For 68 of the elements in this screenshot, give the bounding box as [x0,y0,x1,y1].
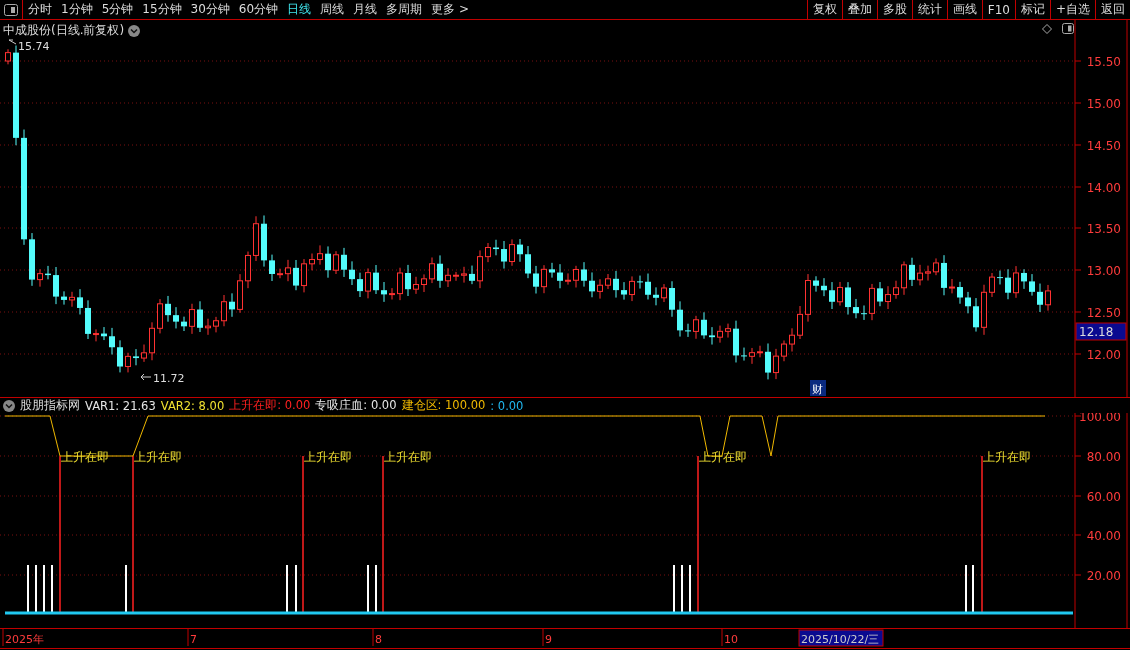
price-axis-label: 12.50 [1086,306,1121,320]
period-tab[interactable]: 周线 [320,1,345,18]
indicator-axis-label: 80.00 [1086,450,1121,464]
chart-title: 中成股份(日线.前复权) [3,22,125,39]
low-price-label: 11.72 [153,372,185,385]
high-price-label: 15.74 [18,40,50,53]
cursor-date-marker: 2025/10/22/三 [798,629,884,647]
period-tab[interactable]: 月线 [353,1,378,18]
legend-value: 建仓区: 100.00 [401,398,486,413]
indicator-axis-label: 40.00 [1086,529,1121,543]
legend-value: 上升在即: 0.00 [229,398,311,413]
indicator-name: 股朋指标网 [20,398,80,413]
diamond-icon[interactable] [1042,23,1052,34]
legend-value: : 0.00 [490,398,524,413]
indicator-bar [689,565,691,613]
signal-label: 上升在即 [304,450,352,464]
price-axis-label: 14.50 [1086,139,1121,153]
indicator-bar [43,565,45,613]
indicator-bar [965,565,967,613]
price-axis-label: 15.50 [1086,55,1121,69]
arrow-icon [140,373,152,381]
indicator-bar [972,565,974,613]
indicator-bar [367,565,369,613]
arrow-icon [8,39,17,45]
date-axis-label: 9 [545,633,552,646]
signal-label: 上升在即 [134,450,182,464]
price-axis-label: 12.00 [1086,348,1121,362]
price-axis-label: 15.00 [1086,97,1121,111]
legend-value: VAR2: 8.00 [160,398,225,413]
period-tab[interactable]: 日线 [287,1,312,18]
current-price-marker: 12.18 [1075,322,1127,341]
period-tab[interactable]: 分时 [28,1,52,18]
signal-label: 上升在即 [384,450,432,464]
indicator-bar [35,565,37,613]
indicator-bar [375,565,377,613]
indicator-bar [125,565,127,613]
price-axis-label: 14.00 [1086,181,1121,195]
indicator-bar [673,565,675,613]
price-axis-label: 13.50 [1086,222,1121,236]
period-tab[interactable]: 30分钟 [190,1,230,18]
period-tab[interactable]: 1分钟 [61,1,93,18]
dropdown-icon[interactable] [128,24,141,37]
indicator-bar [681,565,683,613]
price-axis-label: 13.00 [1086,264,1121,278]
signal-label: 上升在即 [983,450,1031,464]
period-tab[interactable]: 多周期 [386,1,423,18]
date-axis-label: 10 [724,633,738,646]
panel-toggle-icon[interactable] [4,3,18,16]
collapse-icon[interactable] [3,399,15,412]
indicator-axis-label: 60.00 [1086,490,1121,504]
panel-toggle-icon[interactable] [1062,23,1074,34]
indicator-bar [295,565,297,613]
period-tab[interactable]: 更多 > [431,1,469,18]
legend-value: VAR1: 21.63 [85,398,156,413]
indicator-axis-label: 20.00 [1086,569,1121,583]
indicator-bar [27,565,29,613]
date-axis-label: 8 [375,633,382,646]
legend-value: 专吸庄血: 0.00 [315,398,397,413]
event-badge[interactable]: 财 [810,380,826,396]
indicator-bar [286,565,288,613]
signal-label: 上升在即 [61,450,109,464]
period-tab[interactable]: 60分钟 [238,1,279,18]
signal-label: 上升在即 [699,450,747,464]
period-tab[interactable]: 15分钟 [142,1,182,18]
date-axis-label: 7 [190,633,197,646]
period-tab[interactable]: 5分钟 [101,1,134,18]
date-axis-label: 2025年 [5,633,44,646]
indicator-bar [51,565,53,613]
